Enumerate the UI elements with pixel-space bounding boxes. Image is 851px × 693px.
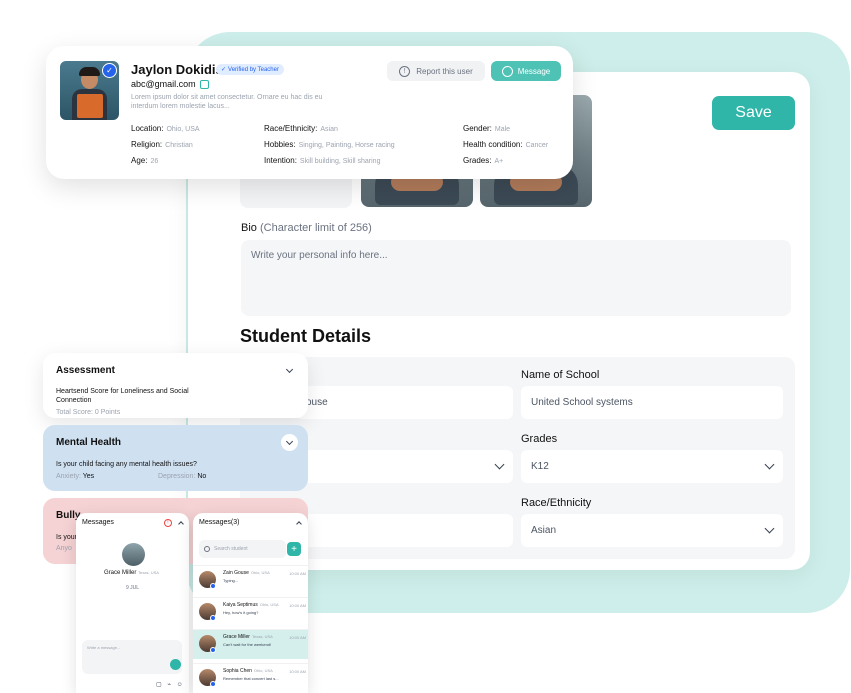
accordion-toggle[interactable] bbox=[281, 362, 298, 379]
detail-race: Race/Ethnicity: Asian bbox=[264, 124, 338, 133]
messages-title: Messages(3) bbox=[199, 519, 240, 526]
chat-icon bbox=[501, 65, 513, 77]
chevron-down-icon bbox=[494, 459, 505, 470]
conversation-item[interactable]: Zain Gouse Ohio, USA Typing... 10:00 AM bbox=[193, 565, 308, 595]
mental-health-accordion[interactable]: Mental Health Is your child facing any m… bbox=[43, 425, 308, 491]
chat-title: Messages bbox=[82, 519, 114, 526]
select-dropdown[interactable] bbox=[296, 450, 513, 483]
avatar bbox=[122, 543, 145, 566]
status-dot bbox=[210, 681, 216, 687]
race-select[interactable]: Asian bbox=[521, 514, 783, 547]
profile-name: Jaylon Dokidis bbox=[131, 62, 223, 77]
profile-description: Lorem ipsum dolor sit amet consectetur. … bbox=[131, 94, 323, 110]
chevron-down-icon bbox=[764, 459, 775, 470]
add-chat-button[interactable]: + bbox=[287, 542, 301, 556]
conversation-item[interactable]: Kaiya Septimus Ohio, USA Hey, how's it go… bbox=[193, 597, 308, 627]
bio-hint: (Character limit of 256) bbox=[259, 222, 372, 234]
status-dot bbox=[210, 583, 216, 589]
save-button[interactable]: Save bbox=[712, 96, 795, 130]
race-label: Race/Ethnicity bbox=[521, 497, 592, 509]
status-dot bbox=[210, 615, 216, 621]
bully-question: Is your bbox=[56, 534, 78, 541]
accordion-title: Mental Health bbox=[56, 437, 122, 448]
conversation-name: Sophia Chen Ohio, USA bbox=[223, 668, 273, 674]
chat-panel: Messages ! Grace Miller Texas, USA 9 JUL… bbox=[76, 513, 189, 693]
section-title: Student Details bbox=[240, 326, 372, 346]
messages-list-panel: Messages(3) Search student + Zain Gouse O… bbox=[193, 513, 308, 693]
chevron-down-icon bbox=[764, 523, 775, 534]
profile-card: ✓ Jaylon Dokidis ✓ Verified by Teacher ab… bbox=[46, 46, 573, 179]
status-dot bbox=[210, 647, 216, 653]
conversation-name: Kaiya Septimus Ohio, USA bbox=[223, 602, 279, 608]
accordion-title: Assessment bbox=[56, 365, 115, 376]
detail-grades: Grades: A+ bbox=[463, 156, 504, 165]
conversation-preview: Hey, how's it going? bbox=[223, 610, 259, 615]
school-input[interactable]: United School systems bbox=[521, 386, 783, 419]
detail-location: Location: Ohio, USA bbox=[131, 124, 200, 133]
verified-badge: ✓ Verified by Teacher bbox=[216, 64, 284, 75]
alert-icon[interactable]: ! bbox=[164, 519, 172, 527]
text-input[interactable] bbox=[296, 514, 513, 547]
alert-icon: ! bbox=[399, 65, 411, 77]
assessment-accordion[interactable]: Assessment Heartsend Score for Lonelines… bbox=[43, 353, 308, 418]
search-input[interactable]: Search student bbox=[199, 540, 286, 558]
message-input[interactable]: Write a message... bbox=[82, 640, 182, 674]
check-icon: ✓ bbox=[221, 67, 227, 73]
depression-value: Depression: No bbox=[158, 473, 207, 480]
grades-select[interactable]: K12 bbox=[521, 450, 783, 483]
detail-hobbies: Hobbies: Singing, Painting, Horse racing bbox=[264, 140, 395, 149]
conversation-preview: Can't wait for the weekend! bbox=[223, 642, 272, 647]
grades-label: Grades bbox=[521, 433, 558, 445]
bio-label: Bio (Character limit of 256) bbox=[241, 222, 372, 234]
detail-gender: Gender: Male bbox=[463, 124, 511, 133]
detail-age: Age: 26 bbox=[131, 156, 159, 165]
conversation-time: 10:00 AM bbox=[289, 603, 306, 608]
conversation-time: 10:00 AM bbox=[289, 571, 306, 576]
conversation-name: Grace Miller Texas, USA bbox=[223, 634, 273, 640]
conversation-time: 10:00 AM bbox=[289, 635, 306, 640]
conversation-preview: Remember that concert last s... bbox=[223, 676, 279, 681]
conversation-name: Zain Gouse Ohio, USA bbox=[223, 570, 270, 576]
conversation-item[interactable]: Sophia Chen Ohio, USA Remember that conce… bbox=[193, 663, 308, 693]
detail-intention: Intention: Skill building, Skill sharing bbox=[264, 156, 381, 165]
report-user-button[interactable]: ! Report this user bbox=[387, 61, 485, 81]
anxiety-value: Anxiety: Yes bbox=[56, 473, 95, 480]
detail-religion: Religion: Christian bbox=[131, 140, 193, 149]
detail-health: Health condition: Cancer bbox=[463, 140, 549, 149]
profile-email: abc@gmail.com bbox=[131, 79, 209, 89]
chat-contact-name: Grace Miller Texas, USA bbox=[104, 570, 159, 576]
chat-date: 9 JUL bbox=[126, 585, 140, 591]
chevron-up-icon[interactable] bbox=[296, 521, 302, 527]
bully-extra: Anyo bbox=[56, 545, 72, 552]
assessment-score: Total Score: 0 Points bbox=[56, 409, 121, 416]
accordion-toggle[interactable] bbox=[281, 434, 298, 451]
photo-slot-empty[interactable] bbox=[240, 178, 352, 208]
text-input[interactable]: ouse bbox=[296, 386, 513, 419]
mental-question: Is your child facing any mental health i… bbox=[56, 461, 197, 468]
send-button[interactable] bbox=[170, 659, 181, 670]
conversation-preview: Typing... bbox=[223, 578, 239, 583]
message-button[interactable]: Message bbox=[491, 61, 561, 81]
copy-icon[interactable] bbox=[199, 79, 209, 89]
search-icon bbox=[204, 546, 210, 552]
chevron-down-icon bbox=[285, 365, 294, 373]
chat-tools[interactable]: ▢ ⌁ ☺ bbox=[156, 681, 185, 688]
conversation-time: 10:00 AM bbox=[289, 669, 306, 674]
bio-textarea[interactable]: Write your personal info here... bbox=[241, 240, 791, 316]
chevron-up-icon[interactable] bbox=[178, 521, 184, 527]
school-label: Name of School bbox=[521, 369, 600, 381]
assessment-question: Heartsend Score for Loneliness and Socia… bbox=[56, 388, 189, 404]
shield-icon: ✓ bbox=[102, 63, 117, 78]
app-stage: Save Bio (Character limit of 256) Write … bbox=[0, 0, 851, 693]
chevron-down-icon bbox=[285, 437, 294, 445]
conversation-item[interactable]: Grace Miller Texas, USA Can't wait for th… bbox=[193, 629, 308, 659]
